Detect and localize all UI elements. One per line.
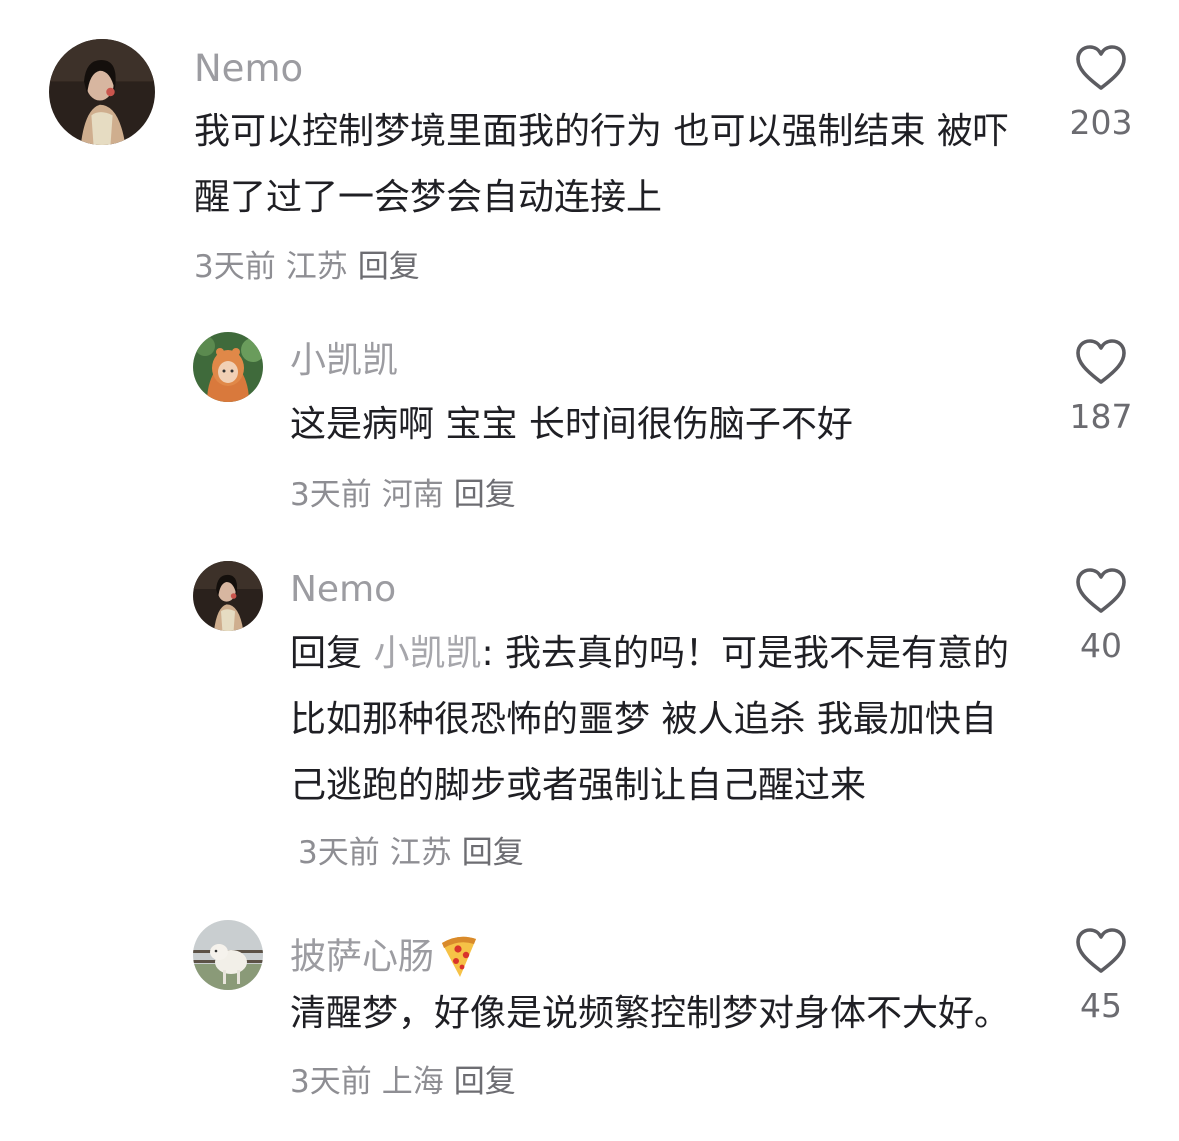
comment-text-content: 清醒梦，好像是说频繁控制梦对身体不大好。 [290,993,1011,1034]
heart-icon [1076,339,1126,384]
reply-button[interactable]: 回复 [454,1064,516,1100]
comment-text: 我可以控制梦境里面我的行为 也可以强制结束 被吓醒了过了一会梦会自动连接上 [194,99,1014,231]
avatar[interactable] [193,332,263,402]
like-button[interactable]: 203 [1046,44,1156,139]
comment-author-name: 披萨心肠 [290,936,435,978]
like-count: 40 [1080,626,1122,665]
comment-location: 江苏 [389,835,452,871]
comment-meta: 3天前 江苏 回复 [298,835,534,871]
comment-meta: 3天前 上海 回复 [290,1064,526,1100]
comment-text-content: 这是病啊 宝宝 长时间很伤脑子不好 [290,404,853,445]
avatar[interactable] [193,920,263,990]
like-button[interactable]: 45 [1046,927,1156,1022]
avatar[interactable] [49,39,155,145]
avatar[interactable] [193,561,263,631]
like-count: 203 [1069,103,1133,142]
comment-meta: 3天前 江苏 回复 [194,252,430,283]
mention-link[interactable]: 小凯凯 [373,633,481,674]
comment-location: 上海 [381,1064,444,1100]
comment-location: 江苏 [285,249,348,285]
comment-text-content: 我可以控制梦境里面我的行为 也可以强制结束 被吓醒了过了一会梦会自动连接上 [194,111,1009,218]
reply-button[interactable]: 回复 [454,477,516,513]
like-count: 187 [1069,397,1133,436]
heart-icon [1076,928,1126,973]
comment-time: 3天前 [298,835,380,871]
pizza-icon [438,931,480,986]
comment-time: 3天前 [290,477,372,513]
comment-meta: 3天前 河南 回复 [290,480,526,511]
reply-prefix: 回复 [290,633,363,674]
comment-author[interactable]: 披萨心肠 [290,931,480,986]
comment-text: 这是病啊 宝宝 长时间很伤脑子不好 [290,392,1010,458]
heart-icon [1076,568,1126,613]
heart-icon [1076,45,1126,90]
like-count: 45 [1080,986,1122,1025]
comment-author[interactable]: Nemo [194,50,303,87]
comment-time: 3天前 [194,249,276,285]
like-button[interactable]: 187 [1046,338,1156,433]
comment-author[interactable]: 小凯凯 [290,343,398,379]
comment-text: 清醒梦，好像是说频繁控制梦对身体不大好。 3天前 上海 回复 [290,981,1020,1115]
comment-text: 回复 小凯凯: 我去真的吗！可是我不是有意的 比如那种很恐怖的噩梦 被人追杀 我… [290,621,1020,886]
reply-button[interactable]: 回复 [462,835,524,871]
comment-time: 3天前 [290,1064,372,1100]
comment-location: 河南 [381,477,444,513]
reply-button[interactable]: 回复 [358,249,420,285]
like-button[interactable]: 40 [1046,567,1156,662]
comment-author[interactable]: Nemo [290,572,396,608]
